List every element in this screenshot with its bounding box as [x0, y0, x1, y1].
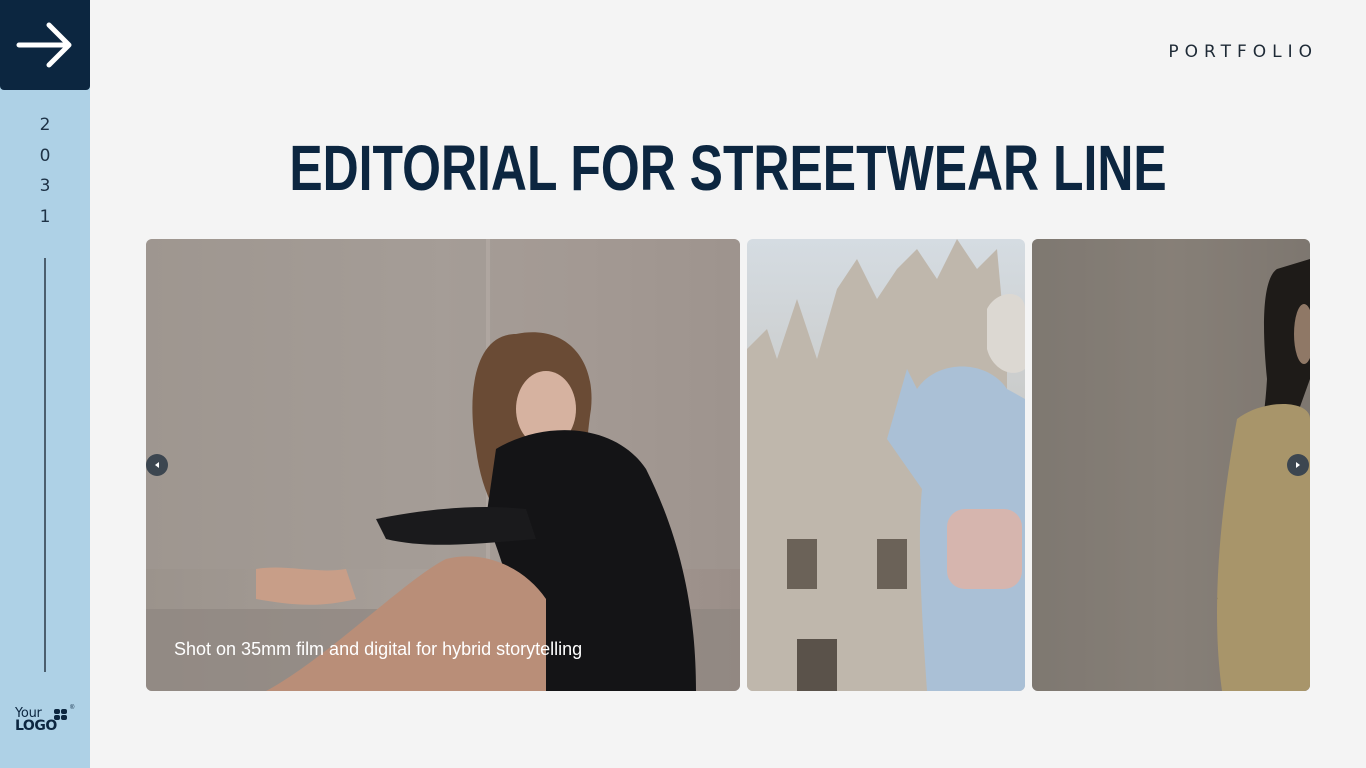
- registered-mark: ®: [70, 705, 75, 711]
- photo-caption: Shot on 35mm film and digital for hybrid…: [174, 639, 583, 659]
- year-digit: 3: [39, 176, 51, 196]
- year-label: 2 0 3 1: [0, 110, 90, 232]
- year-digit: 2: [39, 115, 51, 135]
- arrow-right-icon: [16, 22, 72, 68]
- photo-illustration: [1032, 239, 1310, 691]
- page-title: EDITORIAL FOR STREETWEAR LINE: [289, 132, 1167, 204]
- section-label: PORTFOLIO: [1168, 42, 1318, 62]
- gallery-photo[interactable]: [747, 239, 1025, 691]
- year-digit: 1: [39, 206, 51, 227]
- gallery-photo[interactable]: [1032, 239, 1310, 691]
- photo-illustration: [747, 239, 1025, 691]
- gallery-photo-main[interactable]: Shot on 35mm film and digital for hybrid…: [146, 239, 740, 691]
- year-digit: 0: [39, 145, 51, 166]
- chevron-right-icon: [1296, 462, 1300, 468]
- divider-line: [44, 258, 46, 672]
- photo-illustration: [146, 239, 740, 691]
- sidebar: 2 0 3 1 Your LOGO ®: [0, 0, 90, 768]
- logo-text-bottom: LOGO: [15, 718, 57, 734]
- company-logo: Your LOGO ®: [15, 705, 79, 738]
- gallery-next-button[interactable]: [1287, 454, 1309, 476]
- gallery-prev-button[interactable]: [146, 454, 168, 476]
- logo-mark-icon: [54, 709, 67, 720]
- chevron-left-icon: [155, 462, 159, 468]
- next-slide-button[interactable]: [0, 0, 90, 90]
- photo-gallery: Shot on 35mm film and digital for hybrid…: [146, 239, 1310, 691]
